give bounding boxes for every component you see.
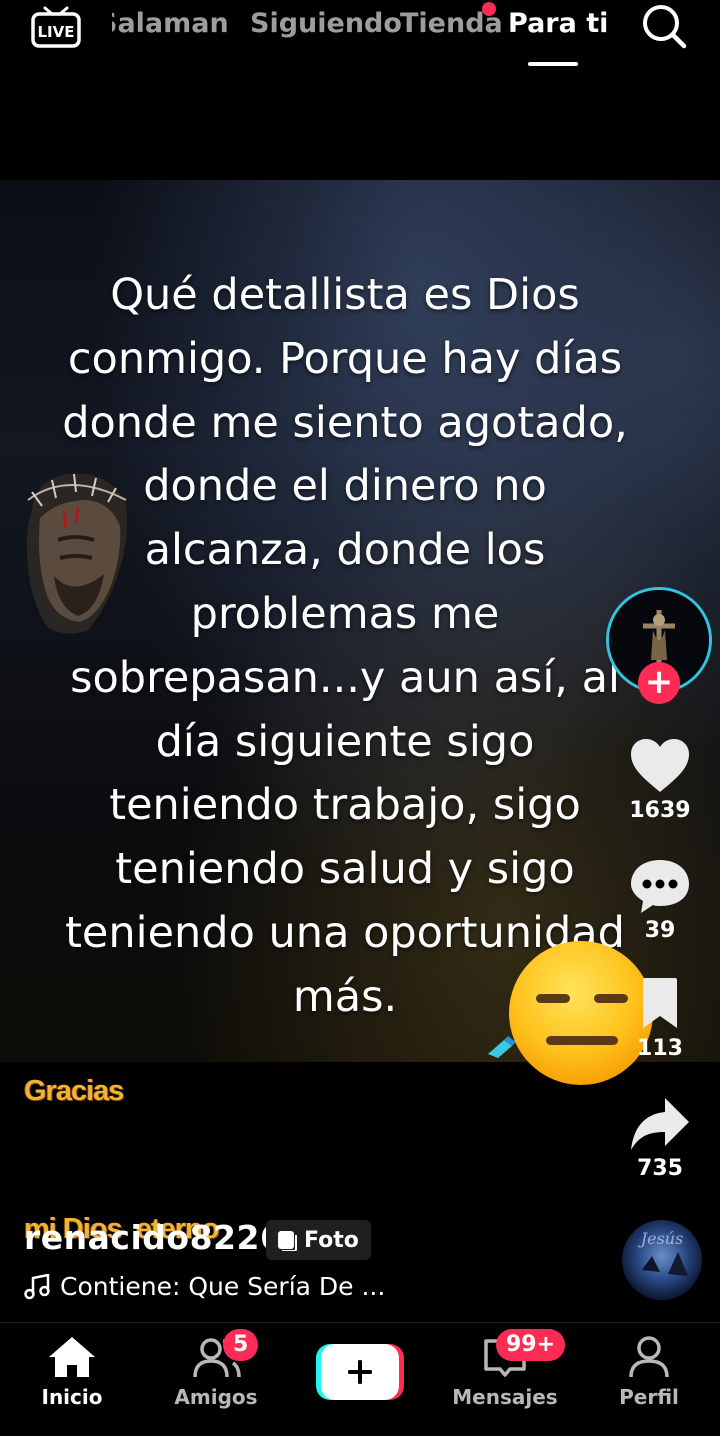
quote-line: teniendo salud y sigo: [115, 844, 575, 895]
like-button[interactable]: 1639: [620, 738, 700, 823]
nav-profile-label: Perfil: [619, 1385, 679, 1409]
jesus-sticker-image: [18, 470, 130, 638]
tab-following[interactable]: Siguiendo: [250, 8, 402, 39]
live-label: LIVE: [38, 23, 75, 41]
share-button[interactable]: 735: [620, 1096, 700, 1181]
inbox-badge: 99+: [496, 1329, 566, 1361]
quote-line: Qué detallista es Dios: [110, 270, 580, 320]
quote-line: donde me siento agotado,: [62, 397, 628, 448]
quote-line: conmigo. Porque hay días: [67, 333, 623, 384]
nav-inbox-label: Mensajes: [452, 1385, 558, 1409]
nav-profile[interactable]: Perfil: [584, 1335, 714, 1409]
heart-icon: [631, 739, 689, 792]
comment-count: 39: [644, 918, 676, 943]
nav-inbox[interactable]: Mensajes 99+: [440, 1329, 570, 1409]
plus-icon: [316, 1344, 404, 1400]
search-icon[interactable]: [640, 2, 688, 50]
live-tv-icon[interactable]: LIVE: [30, 4, 82, 48]
photo-stack-icon: [278, 1231, 297, 1251]
author-username[interactable]: renacido8226: [24, 1218, 283, 1257]
share-arrow-icon: [631, 1098, 689, 1150]
tab-for-you[interactable]: Para ti: [508, 8, 608, 39]
quote-line: día siguiente sigo: [155, 716, 535, 767]
tab-location-label: Salamanca: [112, 8, 230, 39]
quote-line: sobrepasan...y aun así, al: [70, 652, 620, 703]
music-info[interactable]: Contiene: Que Sería De ...: [24, 1272, 385, 1301]
share-count: 735: [637, 1156, 683, 1181]
music-disc-thumbnail[interactable]: Jesús: [622, 1220, 702, 1300]
quote-line: teniendo trabajo, sigo: [109, 780, 581, 831]
active-tab-indicator: [528, 62, 578, 66]
shop-notification-dot: [482, 2, 496, 16]
follow-plus-button[interactable]: +: [638, 662, 680, 704]
sticker-line: Gracias: [24, 1075, 124, 1107]
home-icon: [49, 1337, 95, 1377]
like-count: 1639: [629, 798, 691, 823]
bookmark-icon: [643, 978, 677, 1028]
nav-friends-label: Amigos: [174, 1385, 258, 1409]
post-quote-text: Qué detallista es Dios conmigo. Porque h…: [20, 264, 670, 1030]
bookmark-button[interactable]: 113: [620, 976, 700, 1061]
create-button[interactable]: [316, 1344, 404, 1400]
friends-badge: 5: [223, 1329, 259, 1361]
bookmark-count: 113: [637, 1036, 683, 1061]
music-note-icon: [24, 1273, 50, 1299]
profile-icon: [629, 1336, 669, 1378]
nav-home-label: Inicio: [41, 1385, 103, 1409]
nav-friends[interactable]: Amigos 5: [151, 1329, 281, 1409]
comment-bubble-icon: [631, 860, 689, 913]
music-title: Contiene: Que Sería De ...: [60, 1272, 386, 1301]
top-nav: LIVE Salamanca Siguiendo Tienda Para ti: [0, 0, 720, 80]
photo-type-label: Foto: [304, 1227, 359, 1253]
tab-location[interactable]: Salamanca: [112, 8, 230, 39]
nav-home[interactable]: Inicio: [7, 1335, 137, 1409]
svg-text:Jesús: Jesús: [638, 1229, 684, 1248]
comment-button[interactable]: 39: [620, 858, 700, 943]
photo-type-badge: Foto: [266, 1220, 371, 1260]
